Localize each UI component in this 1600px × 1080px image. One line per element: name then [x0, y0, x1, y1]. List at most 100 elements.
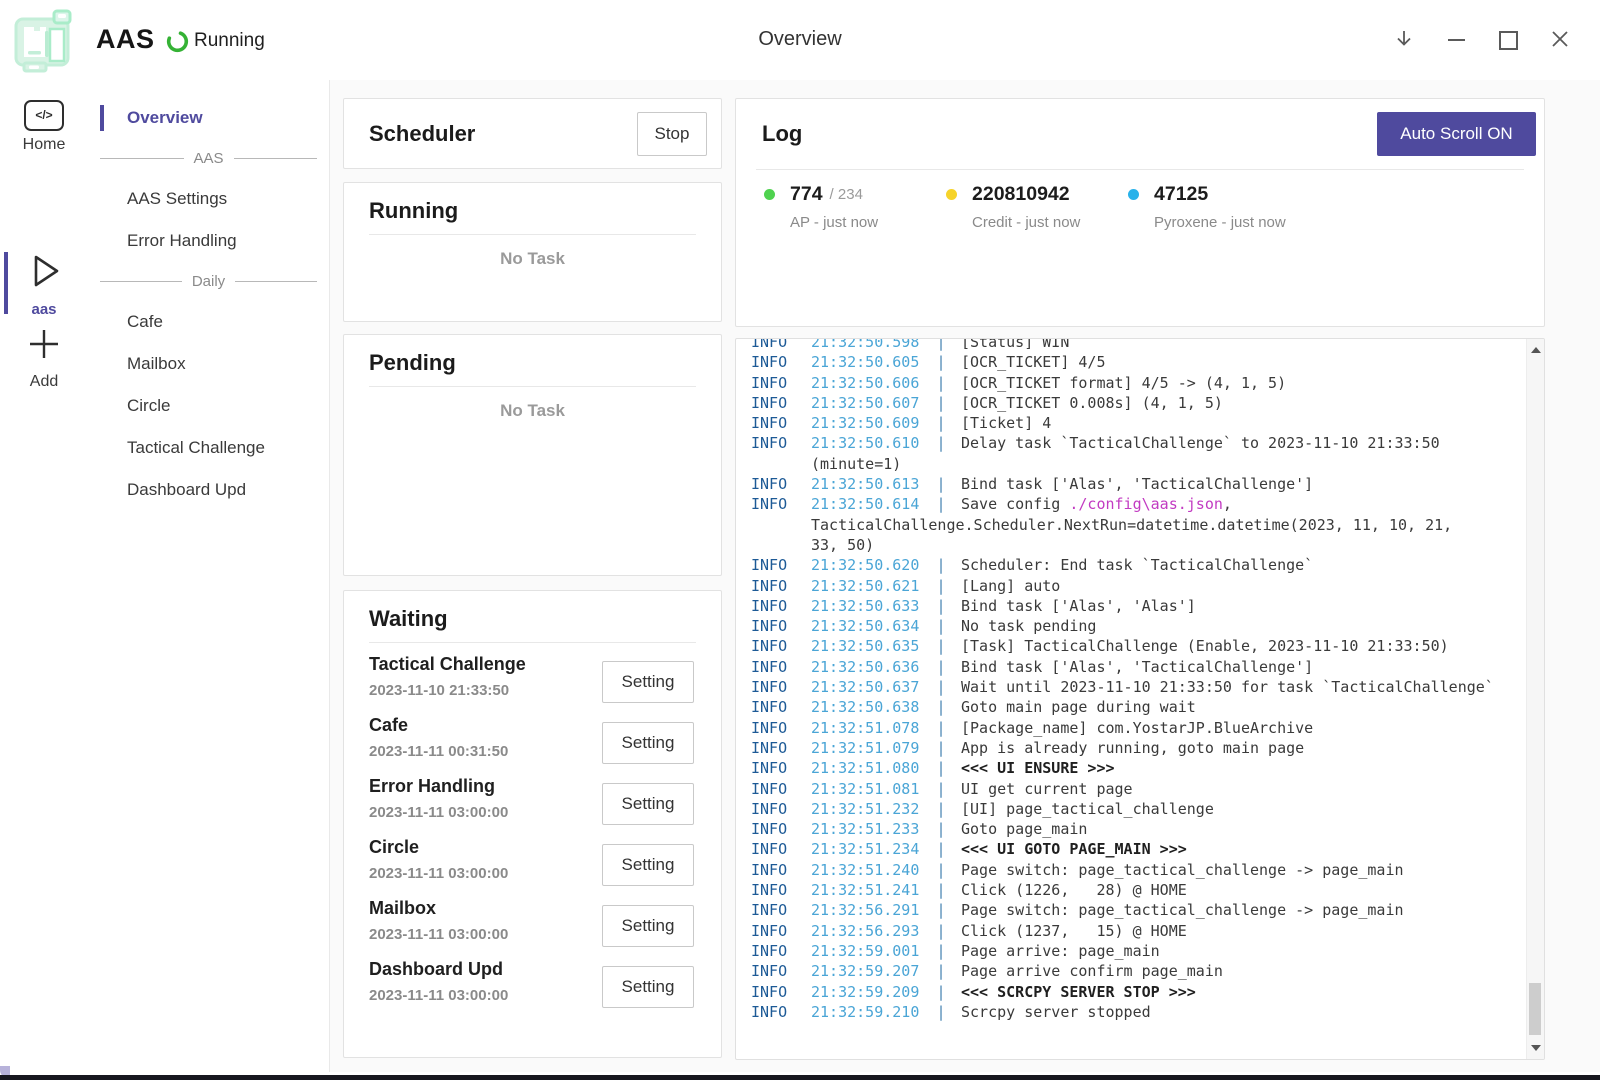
log-separator: |: [921, 474, 961, 494]
rail-item-add[interactable]: Add: [0, 325, 88, 391]
scroll-up-icon[interactable]: [1531, 347, 1541, 353]
log-level: INFO: [751, 657, 811, 677]
scroll-down-icon[interactable]: [1531, 1045, 1541, 1051]
sidebar-item-circle[interactable]: Circle: [88, 385, 329, 427]
log-time: 21:32:51.233: [811, 819, 921, 839]
log-indent: [751, 515, 811, 535]
log-message: Bind task ['Alas', 'TacticalChallenge']: [961, 657, 1313, 677]
setting-button[interactable]: Setting: [602, 661, 694, 703]
log-time: 21:32:51.241: [811, 880, 921, 900]
sidebar-item-mailbox[interactable]: Mailbox: [88, 343, 329, 385]
log-message: [OCR_TICKET] 4/5: [961, 352, 1106, 372]
log-separator: |: [921, 839, 961, 859]
log-message: Page arrive confirm page_main: [961, 961, 1223, 981]
log-message: Page switch: page_tactical_challenge -> …: [961, 860, 1404, 880]
log-separator: |: [921, 697, 961, 717]
setting-button[interactable]: Setting: [602, 722, 694, 764]
log-time: 21:32:51.234: [811, 839, 921, 859]
log-message: [Status] WIN: [961, 338, 1069, 352]
stat-dot-icon: [946, 189, 957, 200]
close-icon: [1551, 30, 1569, 51]
log-line: INFO21:32:51.240|Page switch: page_tacti…: [751, 860, 1544, 880]
window-bottom-edge: [0, 1075, 1600, 1080]
log-message: Goto page_main: [961, 819, 1087, 839]
code-monitor-icon: </>: [24, 100, 64, 131]
sidebar-item-label: Cafe: [127, 312, 163, 332]
log-message: Click (1226, 28) @ HOME: [961, 880, 1187, 900]
log-line: INFO21:32:50.610|Delay task `TacticalCha…: [751, 433, 1544, 453]
log-level: INFO: [751, 393, 811, 413]
log-message: Bind task ['Alas', 'TacticalChallenge']: [961, 474, 1313, 494]
divider-line: [235, 281, 317, 283]
log-level: INFO: [751, 373, 811, 393]
rail-item-home[interactable]: </> Home: [0, 100, 88, 154]
log-message: Bind task ['Alas', 'Alas']: [961, 596, 1196, 616]
log-level: INFO: [751, 697, 811, 717]
sidebar-item-label: Overview: [127, 108, 203, 128]
log-separator: |: [921, 819, 961, 839]
close-button[interactable]: [1534, 14, 1586, 66]
sidebar-item-cafe[interactable]: Cafe: [88, 301, 329, 343]
log-line: INFO21:32:50.637|Wait until 2023-11-10 2…: [751, 677, 1544, 697]
log-time: 21:32:59.209: [811, 982, 921, 1002]
sidebar-item-error-handling[interactable]: Error Handling: [88, 220, 329, 262]
log-separator: |: [921, 738, 961, 758]
setting-button[interactable]: Setting: [602, 966, 694, 1008]
main-content: Scheduler Stop Running No Task Pending N…: [330, 80, 1600, 1072]
sidebar-item-tactical-challenge[interactable]: Tactical Challenge: [88, 427, 329, 469]
sidebar-item-overview[interactable]: Overview: [88, 97, 329, 139]
log-level: INFO: [751, 880, 811, 900]
log-level: INFO: [751, 338, 811, 352]
log-separator: |: [921, 596, 961, 616]
log-line: INFO21:32:50.633|Bind task ['Alas', 'Ala…: [751, 596, 1544, 616]
log-time: 21:32:50.633: [811, 596, 921, 616]
log-console[interactable]: INFO21:32:50.598|[Status] WININFO21:32:5…: [735, 338, 1545, 1060]
log-time: 21:32:50.605: [811, 352, 921, 372]
rail-item-aas[interactable]: aas: [0, 251, 88, 318]
log-line: INFO21:32:51.079|App is already running,…: [751, 738, 1544, 758]
divider-line: [100, 158, 184, 160]
sidebar-item-label: AAS Settings: [127, 189, 227, 209]
log-level: INFO: [751, 961, 811, 981]
stat-value: 774: [790, 183, 823, 206]
stop-button[interactable]: Stop: [637, 112, 707, 156]
scroll-thumb[interactable]: [1529, 983, 1541, 1035]
log-message: Save config ./config\aas.json,: [961, 494, 1232, 514]
log-line: INFO21:32:59.209|<<< SCRCPY SERVER STOP …: [751, 982, 1544, 1002]
log-line: INFO21:32:50.598|[Status] WIN: [751, 338, 1544, 352]
log-separator: |: [921, 982, 961, 1002]
setting-button[interactable]: Setting: [602, 844, 694, 886]
stat-item: 220810942Credit - just now: [946, 183, 1128, 231]
minimize-button[interactable]: [1430, 14, 1482, 66]
log-time: 21:32:51.081: [811, 779, 921, 799]
auto-scroll-button[interactable]: Auto Scroll ON: [1377, 112, 1536, 156]
log-time: 21:32:50.636: [811, 657, 921, 677]
log-level: INFO: [751, 576, 811, 596]
hide-to-tray-button[interactable]: [1378, 14, 1430, 66]
rail-item-label: aas: [0, 301, 88, 318]
log-message: <<< SCRCPY SERVER STOP >>>: [961, 982, 1196, 1002]
log-message: Scheduler: End task `TacticalChallenge`: [961, 555, 1313, 575]
maximize-button[interactable]: [1482, 14, 1534, 66]
pending-title: Pending: [344, 335, 721, 386]
sidebar-item-label: Tactical Challenge: [127, 438, 265, 458]
log-line: INFO21:32:50.607|[OCR_TICKET 0.008s] (4,…: [751, 393, 1544, 413]
log-separator: |: [921, 393, 961, 413]
log-separator: |: [921, 555, 961, 575]
stat-item: 774/ 234AP - just now: [764, 183, 946, 231]
log-separator: |: [921, 576, 961, 596]
sidebar-item-aas-settings[interactable]: AAS Settings: [88, 178, 329, 220]
stat-value: 220810942: [972, 183, 1070, 206]
log-separator: |: [921, 677, 961, 697]
log-line: 33, 50): [751, 535, 1544, 555]
log-line: INFO21:32:59.207|Page arrive confirm pag…: [751, 961, 1544, 981]
console-scrollbar[interactable]: [1526, 339, 1544, 1059]
log-line: INFO21:32:56.291|Page switch: page_tacti…: [751, 900, 1544, 920]
setting-button[interactable]: Setting: [602, 783, 694, 825]
sidebar-item-dashboard-upd[interactable]: Dashboard Upd: [88, 469, 329, 511]
log-header: Log Auto Scroll ON: [736, 99, 1544, 169]
log-level: INFO: [751, 494, 811, 514]
sidebar-item-label: Mailbox: [127, 354, 186, 374]
log-level: INFO: [751, 596, 811, 616]
setting-button[interactable]: Setting: [602, 905, 694, 947]
